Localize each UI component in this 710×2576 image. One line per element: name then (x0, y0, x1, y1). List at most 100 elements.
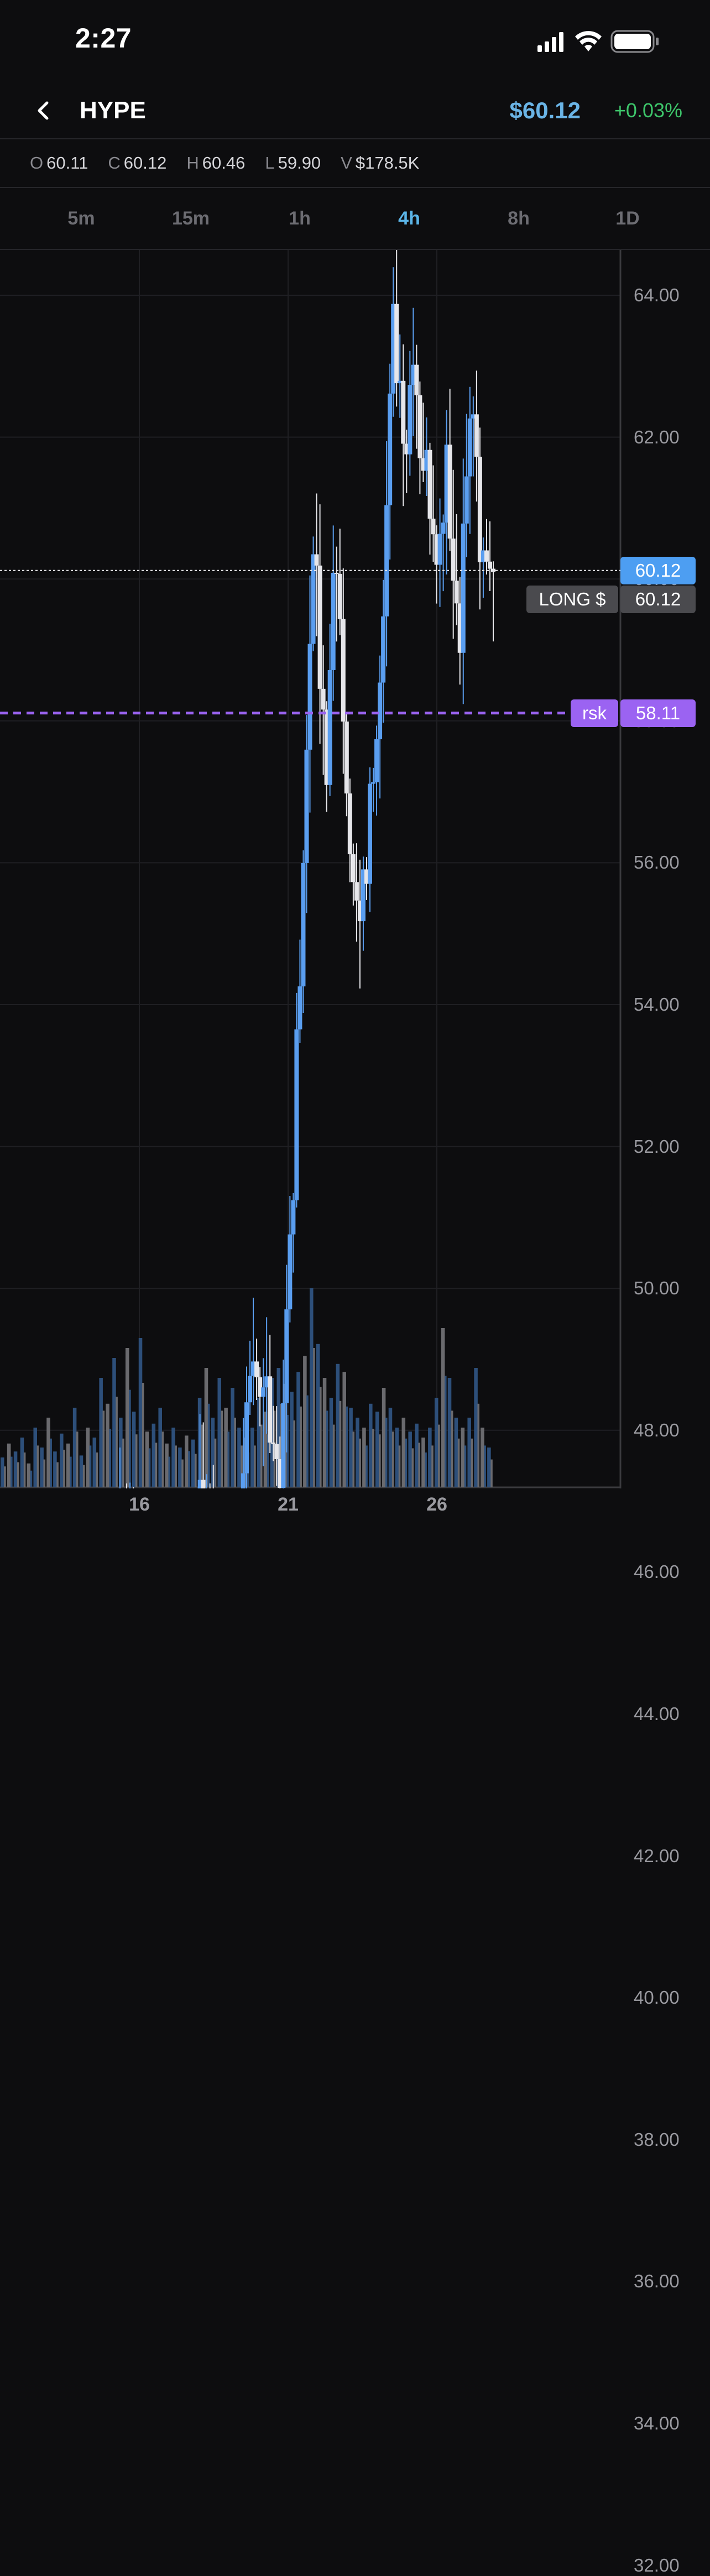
candle-body (477, 457, 482, 562)
volume-bar (401, 1418, 406, 1487)
volume-bar (168, 1456, 171, 1487)
tab-15m[interactable]: 15m (149, 188, 232, 249)
header: HYPE $60.12 +0.03% (0, 83, 710, 139)
tab-1d[interactable]: 1D (586, 188, 669, 249)
volume-bar (411, 1448, 414, 1487)
symbol-title: HYPE (80, 97, 146, 124)
candle-body (241, 1473, 246, 1488)
candle-body (311, 554, 316, 644)
volume-bar (451, 1410, 453, 1487)
y-tick-label: 46.00 (634, 1561, 680, 1582)
volume-bar (342, 1372, 346, 1487)
volume-bar (471, 1438, 473, 1487)
price-chart[interactable]: 64.0062.0060.0058.0056.0054.0052.0050.00… (0, 250, 710, 2575)
candle-body (374, 739, 379, 782)
volume-bar (11, 1456, 13, 1487)
candle-body (248, 1376, 253, 1403)
volume-bar (142, 1383, 144, 1487)
status-time: 2:27 (75, 23, 132, 54)
volume-bar (145, 1431, 149, 1487)
volume-bar (20, 1438, 24, 1487)
candle-body (414, 364, 419, 395)
cellular-signal-icon (537, 32, 563, 52)
volume-bar (477, 1403, 480, 1487)
volume-bar (181, 1459, 184, 1487)
ohlcv-value: 60.46 (202, 153, 246, 173)
volume-bar (224, 1408, 228, 1487)
volume-bar (92, 1438, 97, 1487)
long-position-label[interactable]: LONG $ (526, 585, 618, 613)
price-change-percent: +0.03% (614, 99, 682, 122)
candle-body (431, 519, 436, 535)
volume-bar (70, 1456, 72, 1487)
volume-bar (66, 1443, 70, 1487)
volume-bar (188, 1451, 190, 1487)
status-icons (533, 28, 666, 55)
ohlcv-key: L (265, 153, 275, 173)
volume-bar (63, 1449, 65, 1487)
volume-bar (418, 1443, 420, 1487)
volume-bar (375, 1412, 379, 1487)
risk-level-label[interactable]: rsk (571, 699, 618, 727)
candle-body (451, 539, 456, 581)
volume-bar (260, 1424, 263, 1487)
candlesticks (119, 250, 495, 1488)
volume-bar (135, 1434, 138, 1487)
ohlcv-key: V (341, 153, 352, 173)
y-tick-label: 40.00 (634, 1987, 680, 2008)
volume-bar (76, 1431, 79, 1487)
candle-body (301, 863, 306, 986)
back-button[interactable] (27, 94, 60, 127)
chart-canvas[interactable] (0, 250, 710, 1488)
volume-bar (221, 1410, 223, 1487)
ohlcv-row: O 60.11 C 60.12 H 60.46 L 59.90 V $178.5… (0, 139, 710, 188)
volume-bar (72, 1408, 77, 1487)
candle-body (294, 1029, 299, 1200)
volume-bar (214, 1438, 217, 1487)
tab-5m[interactable]: 5m (40, 188, 123, 249)
volume-bar (425, 1452, 427, 1487)
candle-body (474, 414, 479, 457)
y-tick-label: 48.00 (634, 1419, 680, 1440)
volume-bar (53, 1451, 57, 1487)
volume-bar (7, 1443, 11, 1487)
volume-bar (217, 1378, 222, 1487)
volume-bar (50, 1438, 52, 1487)
volume-bar (46, 1418, 50, 1487)
candle-body (337, 573, 342, 619)
volume-bar (237, 1428, 241, 1487)
tab-4h[interactable]: 4h (368, 188, 451, 249)
y-tick-label: 44.00 (634, 1704, 680, 1724)
volume-bar (454, 1418, 458, 1487)
long-position-value: 60.12 (620, 585, 696, 613)
ohlcv-value: 60.11 (46, 153, 88, 173)
volume-bar (438, 1424, 440, 1487)
x-tick-label: 26 (426, 1494, 447, 1515)
volume-bar (461, 1428, 465, 1487)
candle-body (388, 393, 393, 505)
volume-bar (129, 1389, 131, 1487)
volume-bar (405, 1438, 408, 1487)
volume-bar (326, 1410, 328, 1487)
ohlcv-volume: V $178.5K (341, 153, 419, 173)
candle-body (244, 1402, 249, 1474)
current-price-tag: 60.12 (620, 556, 696, 584)
candle-body (321, 688, 326, 710)
battery-icon (610, 30, 659, 53)
volume-bar (79, 1455, 83, 1487)
volume-bar (89, 1445, 92, 1487)
tab-1h[interactable]: 1h (258, 188, 341, 249)
volume-bar (369, 1403, 373, 1487)
volume-bar (99, 1378, 103, 1487)
candle-body (274, 1444, 279, 1459)
volume-bar (362, 1428, 366, 1487)
candle-body (378, 682, 383, 740)
tab-8h[interactable]: 8h (477, 188, 560, 249)
volume-bar (86, 1428, 90, 1487)
volume-bar (27, 1463, 31, 1487)
volume-bar (158, 1408, 162, 1487)
candle-body (381, 616, 386, 683)
x-axis: 16 21 26 (0, 1488, 710, 1536)
volume-bar (395, 1428, 399, 1487)
volume-bar (464, 1445, 467, 1487)
